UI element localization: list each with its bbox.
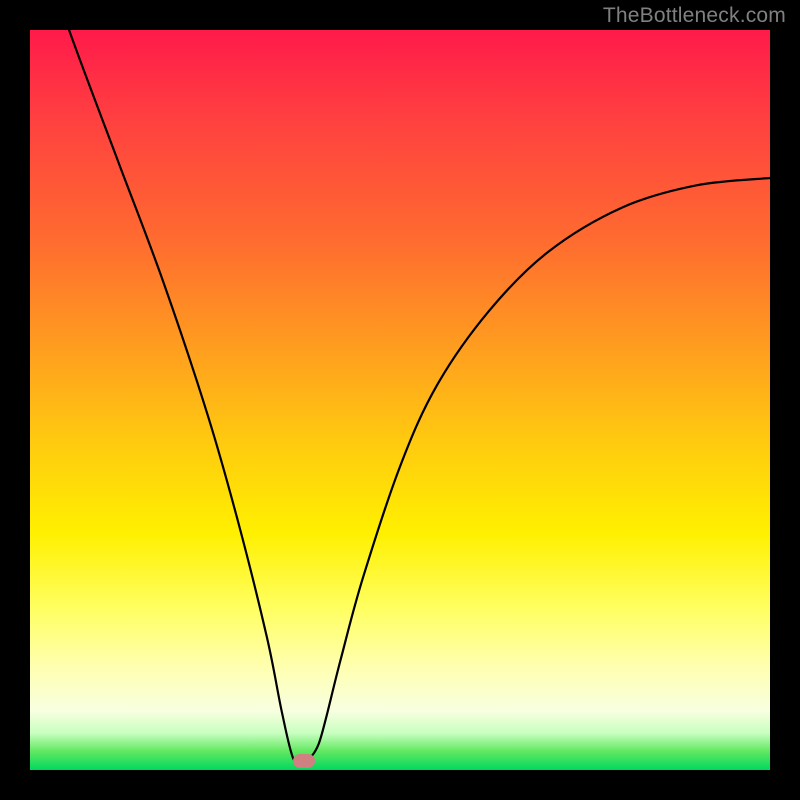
plot-area xyxy=(30,30,770,770)
optimal-point-marker xyxy=(293,754,315,768)
bottleneck-curve xyxy=(30,30,770,763)
curve-svg xyxy=(30,30,770,770)
chart-frame: TheBottleneck.com xyxy=(0,0,800,800)
watermark-text: TheBottleneck.com xyxy=(603,4,786,28)
